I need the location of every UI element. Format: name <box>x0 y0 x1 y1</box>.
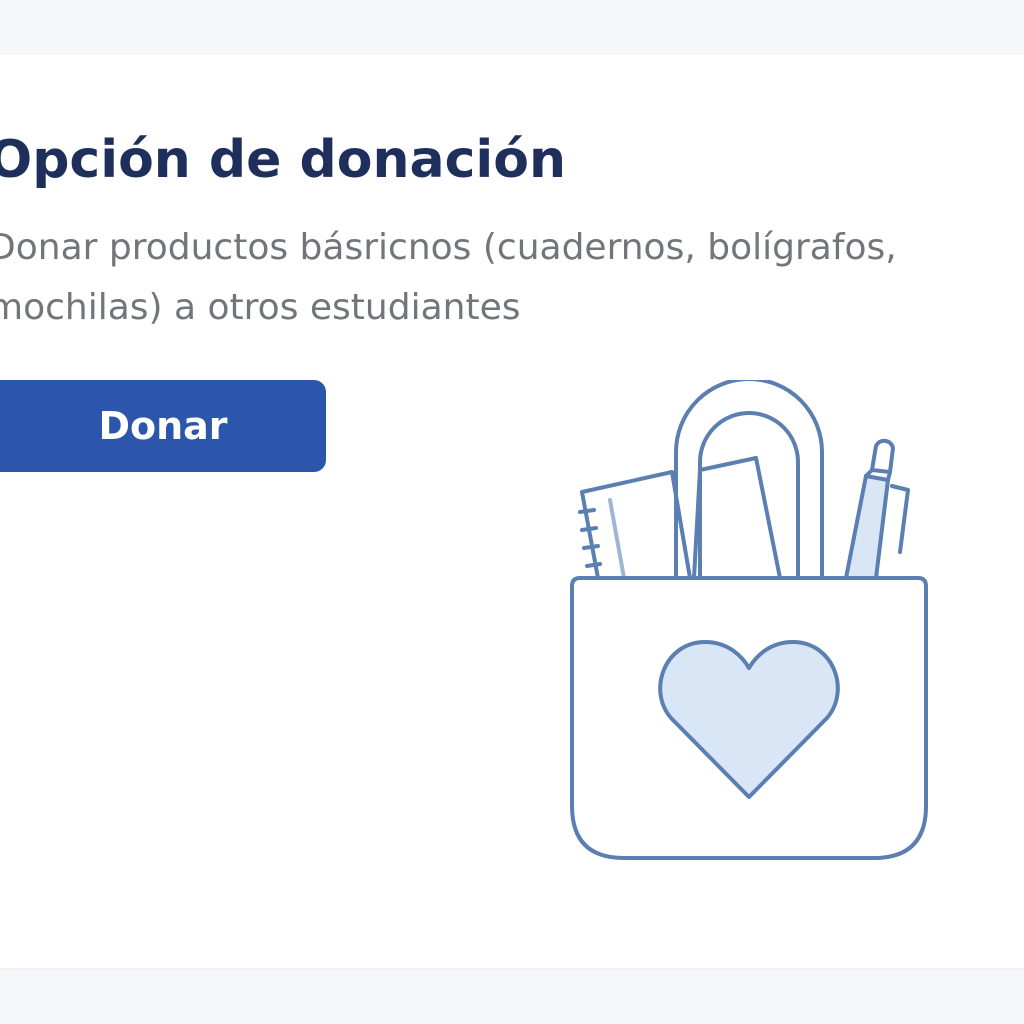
pen-icon <box>844 438 910 580</box>
donate-button[interactable]: Donar <box>0 380 326 472</box>
book-icon <box>692 456 782 580</box>
page-title: Opción de donación <box>0 130 566 190</box>
donation-description: Donar productos básricnos (cuadernos, bo… <box>0 227 897 328</box>
tote-bag-heart-icon <box>570 380 928 860</box>
notebook-icon <box>578 470 692 580</box>
